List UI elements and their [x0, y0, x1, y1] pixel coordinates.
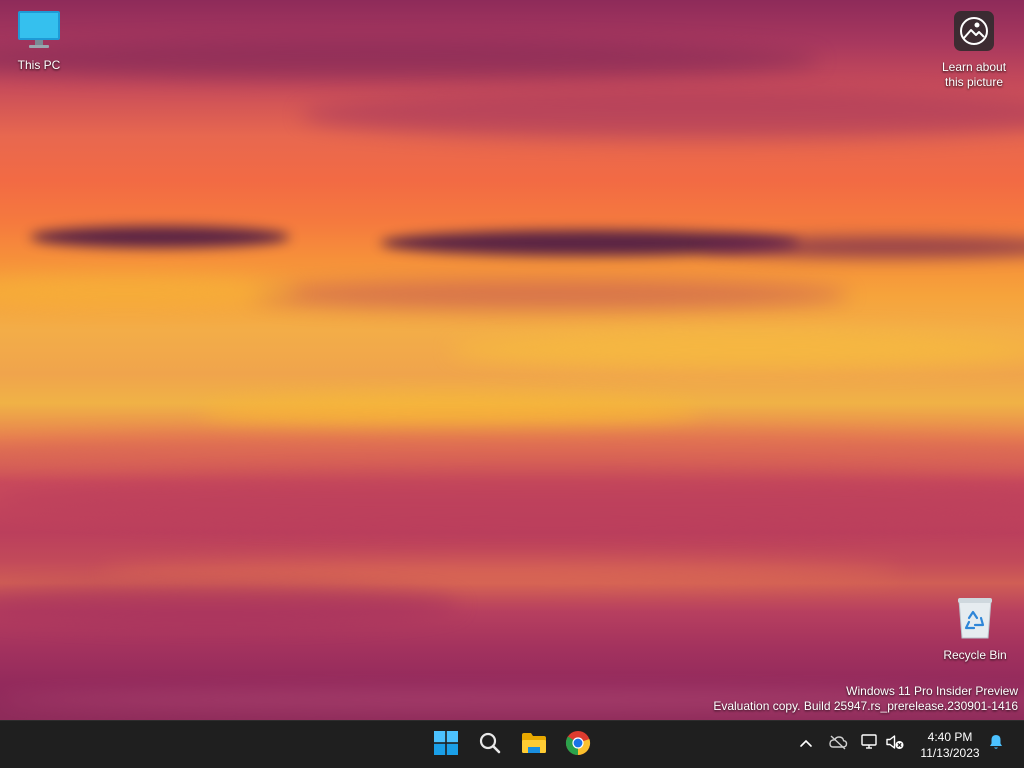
desktop-icon-recycle-bin[interactable]: Recycle Bin: [937, 596, 1013, 663]
watermark-line-1: Windows 11 Pro Insider Preview: [846, 684, 1018, 698]
network-icon: [859, 733, 879, 756]
monitor-icon: [1, 10, 77, 54]
desktop-icon-learn-about-picture[interactable]: Learn about this picture: [936, 10, 1012, 90]
network-button[interactable]: [858, 733, 880, 755]
evaluation-watermark: Windows 11 Pro Insider Preview Evaluatio…: [713, 684, 1018, 714]
taskbar: 4:40 PM 11/13/2023: [0, 720, 1024, 768]
chrome-button[interactable]: [558, 725, 598, 765]
chevron-up-icon: [799, 735, 813, 753]
search-icon: [478, 731, 502, 760]
onedrive-status-button[interactable]: [827, 733, 849, 755]
taskbar-clock[interactable]: 4:40 PM 11/13/2023: [910, 729, 990, 761]
chrome-icon: [565, 730, 591, 761]
volume-button[interactable]: [884, 733, 906, 755]
desktop-icon-label: Recycle Bin: [943, 648, 1007, 662]
recycle-bin-icon: [937, 596, 1013, 644]
start-button[interactable]: [426, 725, 466, 765]
desktop-icon-this-pc[interactable]: This PC: [1, 10, 77, 73]
show-hidden-icons-button[interactable]: [795, 733, 817, 755]
clock-time: 4:40 PM: [927, 730, 973, 744]
file-explorer-button[interactable]: [514, 725, 554, 765]
volume-muted-icon: [885, 733, 905, 756]
desktop-icon-label: Learn about this picture: [941, 60, 1007, 89]
notifications-button[interactable]: [985, 733, 1007, 755]
clock-date: 11/13/2023: [920, 746, 980, 760]
search-button[interactable]: [470, 725, 510, 765]
windows-logo-icon: [434, 730, 458, 760]
folder-icon: [521, 731, 547, 760]
watermark-line-2: Evaluation copy. Build 25947.rs_prerelea…: [713, 699, 1018, 713]
desktop-wallpaper: [0, 0, 1024, 720]
desktop-icon-label: This PC: [17, 58, 61, 72]
notification-bell-icon: [987, 733, 1005, 756]
cloud-offline-icon: [828, 734, 848, 755]
learn-about-picture-icon: [936, 10, 1012, 56]
